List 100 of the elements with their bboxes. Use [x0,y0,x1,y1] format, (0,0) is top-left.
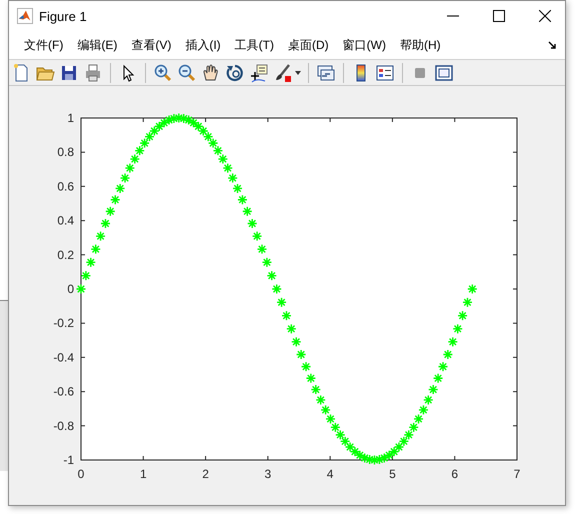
data-marker [164,114,174,126]
data-marker [369,454,380,466]
data-marker [360,452,370,464]
y-tick-label: 0.4 [57,214,74,228]
data-marker [218,154,228,164]
data-marker [413,414,424,424]
data-marker [139,138,150,148]
data-marker [452,324,463,334]
data-marker [95,230,106,242]
window-title: Figure 1 [39,8,87,24]
dock-arrow-icon[interactable] [548,40,557,50]
caret-icon[interactable] [295,70,301,74]
data-marker [86,257,96,268]
data-marker [202,131,214,142]
menu-item[interactable]: 窗口(W) [336,36,393,54]
data-marker [183,114,194,126]
data-marker [384,450,394,460]
data-marker [144,131,155,142]
data-marker [124,162,136,174]
rotate-icon[interactable] [225,62,245,82]
x-tick-label: 7 [514,467,520,481]
data-marker [335,430,346,440]
data-marker [100,218,111,229]
data-marker [330,422,341,433]
data-marker [462,297,473,308]
data-marker [262,257,272,268]
data-marker [198,126,208,136]
data-marker [208,138,218,148]
data-marker [428,384,438,395]
maximize-icon[interactable] [493,10,505,22]
data-marker [320,404,331,416]
y-tick-label: -1 [63,453,74,467]
x-tick-label: 1 [140,467,147,481]
menu-item[interactable]: 查看(V) [124,36,178,54]
data-marker [105,206,116,217]
close-icon[interactable] [539,10,551,22]
data-marker [423,394,434,406]
menu-item[interactable]: 工具(T) [228,36,281,54]
data-marker [266,270,277,281]
legend-icon[interactable] [375,62,395,82]
window-panel-icon[interactable] [434,62,454,82]
data-marker [232,183,243,194]
x-tick-label: 0 [78,467,84,481]
data-marker [325,414,336,424]
data-marker [134,145,145,156]
data-marker [300,361,312,372]
y-tick-label: 1 [67,111,74,125]
data-marker [442,349,454,360]
data-marker [237,194,248,205]
y-tick-label: -0.8 [53,418,74,433]
data-marker [448,336,458,348]
menu-item[interactable]: 桌面(D) [280,36,336,54]
y-tick-label: 0.6 [57,179,74,194]
data-marker [350,446,360,457]
menu-item[interactable]: 文件(F) [17,36,70,54]
data-marker [286,324,297,334]
y-tick-label: -0.6 [53,384,74,399]
data-marker [296,349,306,360]
data-marker [438,361,448,372]
data-marker [114,183,126,194]
data-marker [374,454,385,465]
data-marker [344,442,356,452]
link-icon[interactable] [316,62,336,82]
data-marker [418,404,429,416]
data-cursor-icon[interactable] [249,62,269,82]
data-marker [174,112,184,124]
data-marker [276,297,287,308]
data-marker [193,121,204,132]
x-tick-label: 3 [264,467,272,481]
data-marker [457,310,468,321]
data-marker [168,113,180,124]
data-marker [281,310,292,321]
data-marker [154,121,164,132]
data-marker [242,206,252,217]
printer-icon[interactable] [83,62,103,82]
data-marker [272,284,282,294]
hand-icon[interactable] [201,62,221,82]
menu-item[interactable]: 插入(I) [178,36,228,54]
y-tick-label: -0.4 [53,350,74,364]
x-tick-label: 2 [202,467,209,481]
brush-icon[interactable] [273,62,293,82]
data-marker [364,454,375,465]
data-marker [256,244,268,254]
data-marker [212,145,224,156]
data-marker [222,162,233,174]
data-marker [110,194,120,205]
data-marker [306,373,316,384]
data-marker [149,126,160,136]
menu-item[interactable]: 帮助(H) [392,36,448,54]
zoom-in-icon[interactable] [153,62,173,82]
menu-item[interactable]: 编辑(E) [70,36,124,54]
data-marker [394,442,404,452]
data-marker [80,270,92,281]
x-tick-label: 4 [326,467,334,481]
zoom-out-icon[interactable] [177,62,197,82]
y-tick-label: 0.8 [57,145,74,160]
x-tick-label: 6 [451,467,458,481]
x-tick-label: 5 [389,467,396,481]
data-marker [188,118,199,128]
data-marker [315,394,326,406]
